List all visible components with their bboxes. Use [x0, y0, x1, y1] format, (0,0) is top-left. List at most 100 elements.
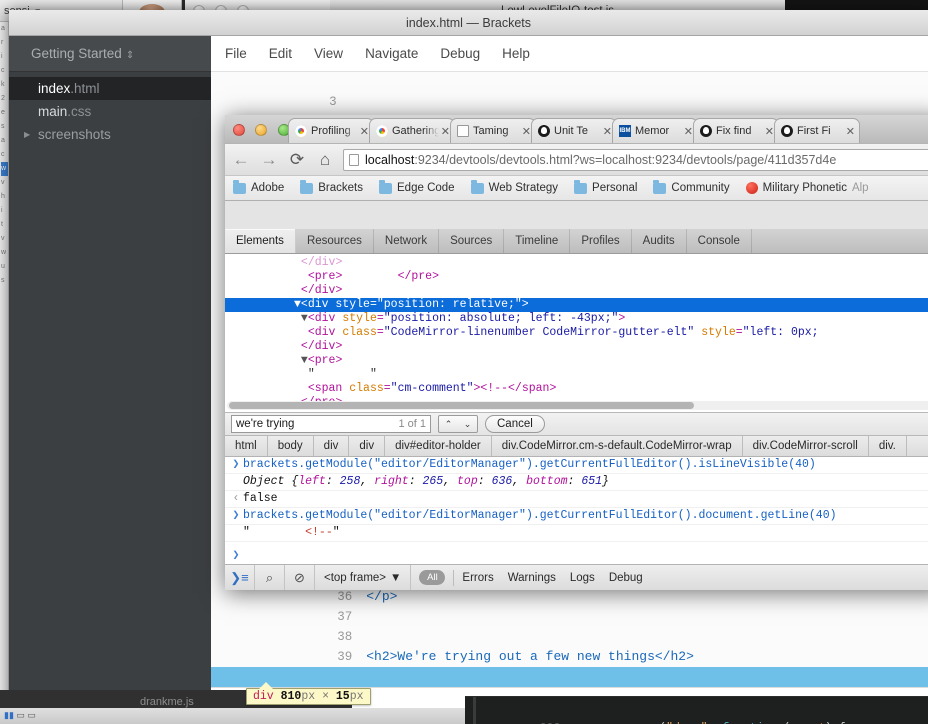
close-icon[interactable]: ✕ — [360, 125, 369, 138]
bookmark-personal[interactable]: Personal — [574, 179, 637, 194]
dom-node[interactable]: <pre> </pre> — [225, 270, 928, 284]
menu-help[interactable]: Help — [502, 46, 530, 61]
filter-logs[interactable]: Logs — [570, 572, 595, 584]
bookmarks-bar: Adobe Brackets Edge Code Web Strategy Pe… — [225, 175, 928, 201]
bookmark-community[interactable]: Community — [653, 179, 730, 194]
project-title-dropdown[interactable]: Getting Started ⇕ — [9, 36, 211, 72]
close-icon[interactable]: ✕ — [603, 125, 612, 138]
devtools-tab-elements[interactable]: Elements — [225, 229, 296, 253]
breadcrumb-item[interactable]: div — [349, 436, 386, 456]
devtools-tab-console[interactable]: Console — [687, 229, 752, 253]
find-stepper-buttons[interactable]: ⌃ ⌄ — [438, 415, 478, 433]
dom-node-selected[interactable]: ▼<div style="position: relative;"> — [225, 298, 928, 312]
close-icon[interactable]: ✕ — [846, 125, 855, 138]
breadcrumb-item[interactable]: div — [314, 436, 350, 456]
close-icon[interactable]: ✕ — [684, 125, 693, 138]
breadcrumb-item[interactable]: body — [268, 436, 314, 456]
find-cancel-button[interactable]: Cancel — [485, 415, 545, 433]
browser-tab-fix-find[interactable]: Fix find ✕ — [693, 118, 779, 143]
sort-toggle-icon[interactable]: ⇕ — [126, 50, 134, 61]
dom-node[interactable]: </div> — [225, 284, 928, 298]
bookmark-adobe[interactable]: Adobe — [233, 179, 284, 194]
dom-node[interactable]: </div> — [225, 256, 928, 270]
forward-button[interactable]: → — [259, 150, 279, 170]
project-name: Getting Started — [31, 46, 122, 61]
devtools-tab-resources[interactable]: Resources — [296, 229, 374, 253]
file-item-index-html[interactable]: index.html — [9, 77, 222, 100]
console-output[interactable]: ❯ brackets.getModule("editor/EditorManag… — [225, 457, 928, 564]
menu-debug[interactable]: Debug — [440, 46, 480, 61]
menu-edit[interactable]: Edit — [269, 46, 292, 61]
breadcrumb-item[interactable]: div.CodeMirror-scroll — [743, 436, 869, 456]
bookmark-web-strategy[interactable]: Web Strategy — [470, 179, 558, 194]
close-button[interactable] — [233, 124, 245, 136]
disclosure-triangle-icon[interactable]: ▶ — [24, 123, 30, 146]
disclosure-triangle-icon[interactable]: ▼ — [301, 312, 308, 325]
devtools-tab-timeline[interactable]: Timeline — [504, 229, 571, 253]
menu-view[interactable]: View — [314, 46, 343, 61]
devtools-tab-sources[interactable]: Sources — [439, 229, 505, 253]
close-icon[interactable]: ✕ — [441, 125, 450, 138]
dom-node[interactable]: ▼<div style="position: absolute; left: -… — [225, 312, 928, 326]
chevron-down-icon[interactable]: ⌄ — [464, 419, 472, 430]
filter-all-button[interactable]: All — [419, 570, 446, 585]
bookmark-brackets[interactable]: Brackets — [300, 179, 363, 194]
magnifier-icon[interactable]: ⌕ — [255, 564, 285, 590]
bookmark-military-phonetic[interactable]: Military Phonetic Alp — [745, 182, 869, 194]
close-icon[interactable]: ✕ — [765, 125, 774, 138]
file-item-main-css[interactable]: main.css — [9, 100, 211, 123]
disclosure-triangle-icon[interactable]: ▼ — [301, 354, 308, 367]
red-ball-icon — [745, 182, 758, 194]
browser-tab-profiling[interactable]: Profiling ✕ — [288, 118, 374, 143]
dom-node[interactable]: <span class="cm-comment"><!--</span> — [225, 382, 928, 396]
close-icon[interactable]: ✕ — [522, 125, 531, 138]
menu-file[interactable]: File — [225, 46, 247, 61]
dom-node[interactable]: <div class="CodeMirror-linenumber CodeMi… — [225, 326, 928, 340]
dom-tree-horizontal-scrollbar[interactable] — [227, 401, 928, 410]
minimize-button[interactable] — [255, 124, 268, 136]
browser-tab-unit-test[interactable]: Unit Te ✕ — [531, 118, 617, 143]
home-button[interactable]: ⌂ — [315, 150, 335, 170]
filter-errors[interactable]: Errors — [462, 572, 493, 584]
frame-selector[interactable]: <top frame> ▼ — [315, 564, 412, 590]
breadcrumb-item[interactable]: div#editor-holder — [385, 436, 492, 456]
back-button[interactable]: ← — [231, 150, 251, 170]
clear-console-icon[interactable]: ⊘ — [285, 564, 315, 590]
browser-tab-memory[interactable]: IBM Memor ✕ — [612, 118, 698, 143]
dom-node[interactable]: ▼<pre> — [225, 354, 928, 368]
chevron-up-icon[interactable]: ⌃ — [445, 419, 453, 430]
console-drawer-icon[interactable]: ❯≡ — [225, 564, 255, 590]
code-line: 37 — [211, 587, 928, 624]
menu-navigate[interactable]: Navigate — [365, 46, 418, 61]
breadcrumb-item[interactable]: div.CodeMirror.cm-s-default.CodeMirror-w… — [492, 436, 743, 456]
tab-label: Unit Te — [554, 125, 589, 137]
sliver-glyph: c — [1, 67, 5, 74]
address-bar[interactable]: localhost:9234/devtools/devtools.html?ws… — [343, 148, 928, 171]
devtools-tab-network[interactable]: Network — [374, 229, 440, 253]
dom-node[interactable]: " " — [225, 368, 928, 382]
code-line: 39 <h2>We're trying out a few new things<… — [211, 627, 928, 664]
devtools-tab-audits[interactable]: Audits — [632, 229, 687, 253]
scrollbar-thumb[interactable] — [229, 402, 694, 409]
chrome-tabstrip: Profiling ✕ Gathering ✕ Taming ✕ Unit Te… — [225, 115, 928, 143]
reload-button[interactable]: ⟳ — [287, 150, 307, 170]
browser-tab-first-find[interactable]: First Fi ✕ — [774, 118, 860, 143]
breadcrumb-item[interactable]: div. — [869, 436, 907, 456]
devtools-tab-profiles[interactable]: Profiles — [570, 229, 632, 253]
dom-tree[interactable]: </div> <pre> </pre> </div> ▼<div style="… — [225, 254, 928, 412]
bookmark-edge-code[interactable]: Edge Code — [379, 179, 455, 194]
folder-item-screenshots[interactable]: ▶ screenshots — [9, 123, 211, 146]
disclosure-triangle-icon[interactable]: ▼ — [294, 298, 301, 311]
filter-debug[interactable]: Debug — [609, 572, 643, 584]
filter-warnings[interactable]: Warnings — [508, 572, 556, 584]
find-input[interactable]: we're trying 1 of 1 — [231, 415, 431, 433]
browser-tab-gathering[interactable]: Gathering ✕ — [369, 118, 455, 143]
console-prompt-row[interactable]: ❯ — [225, 542, 928, 564]
dom-node[interactable]: </div> — [225, 340, 928, 354]
browser-tab-taming[interactable]: Taming ✕ — [450, 118, 536, 143]
console-result: false — [243, 492, 278, 505]
breadcrumb-item[interactable]: html — [225, 436, 268, 456]
tooltip-times: × — [322, 690, 329, 703]
